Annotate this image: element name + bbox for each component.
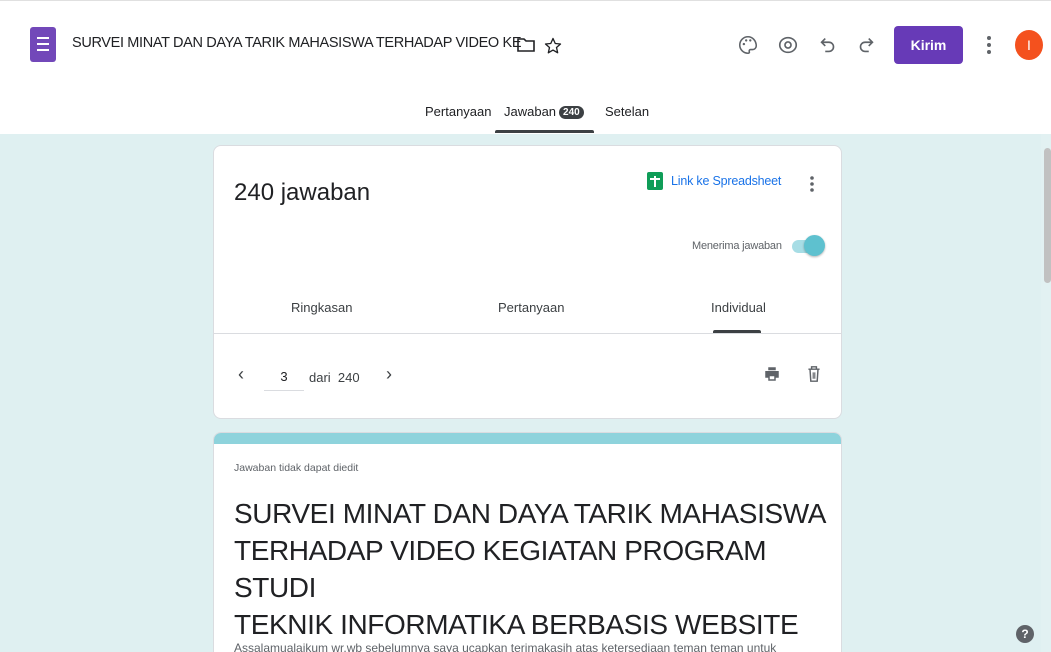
response-count: 240 jawaban	[234, 179, 371, 206]
individual-response-card: Jawaban tidak dapat diedit SURVEI MINAT …	[213, 432, 842, 652]
more-vert-icon[interactable]	[980, 34, 998, 56]
forms-logo-icon[interactable]	[30, 27, 56, 62]
link-to-sheets-button[interactable]: Link ke Spreadsheet	[647, 172, 781, 190]
page-of-text: dari 240	[309, 370, 360, 385]
tab-responses-label: Jawaban	[504, 104, 557, 119]
accepting-responses-label: Menerima jawaban	[692, 240, 782, 252]
print-icon[interactable]	[763, 364, 781, 384]
tab-settings-label: Setelan	[605, 104, 650, 119]
subtab-question[interactable]: Pertanyaan	[498, 300, 565, 315]
top-border	[0, 0, 1051, 1]
send-button[interactable]: Kirim	[894, 26, 963, 64]
response-form-title: SURVEI MINAT DAN DAYA TARIK MAHASISWA TE…	[234, 495, 834, 643]
more-vert-icon[interactable]	[804, 173, 820, 195]
redo-icon[interactable]	[855, 34, 877, 56]
theme-color-band	[214, 433, 841, 444]
avatar[interactable]: I	[1015, 30, 1043, 60]
help-icon[interactable]: ?	[1016, 625, 1034, 643]
chevron-right-icon[interactable]: ›	[386, 364, 392, 385]
title-line: SURVEI MINAT DAN DAYA TARIK MAHASISWA	[234, 498, 826, 529]
title-line: TERHADAP VIDEO KEGIATAN PROGRAM STUDI	[234, 535, 767, 603]
tab-questions-label: Pertanyaan	[425, 104, 492, 119]
star-icon[interactable]	[543, 36, 563, 56]
read-only-note: Jawaban tidak dapat diedit	[234, 462, 359, 474]
subtab-summary[interactable]: Ringkasan	[291, 300, 352, 315]
form-title[interactable]: SURVEI MINAT DAN DAYA TARIK MAHASISWA TE…	[72, 35, 522, 51]
sheets-icon	[647, 172, 663, 190]
folder-icon[interactable]	[517, 36, 535, 54]
total-responses: 240	[337, 370, 360, 385]
chevron-left-icon[interactable]: ‹	[238, 364, 244, 385]
delete-icon[interactable]	[805, 364, 823, 384]
form-description: Assalamualaikum wr.wb sebelumnya saya uc…	[234, 641, 777, 652]
scrollbar-thumb[interactable]	[1044, 148, 1051, 283]
app-bar: SURVEI MINAT DAN DAYA TARIK MAHASISWA TE…	[0, 0, 1051, 90]
tab-settings[interactable]: Setelan	[605, 104, 649, 119]
divider	[214, 333, 841, 334]
subtab-individual[interactable]: Individual	[711, 300, 766, 315]
preview-eye-icon[interactable]	[777, 34, 799, 56]
page-number-input[interactable]	[264, 363, 304, 391]
toggle-knob	[804, 235, 825, 256]
responses-summary-card: 240 jawaban Link ke Spreadsheet Menerima…	[213, 145, 842, 419]
tab-responses[interactable]: Jawaban 240	[504, 104, 584, 119]
palette-icon[interactable]	[737, 34, 759, 56]
tab-questions[interactable]: Pertanyaan	[425, 104, 492, 119]
response-count-badge: 240	[559, 106, 584, 119]
accepting-responses-toggle[interactable]	[792, 235, 825, 256]
undo-icon[interactable]	[817, 34, 839, 56]
link-to-sheets-label: Link ke Spreadsheet	[671, 174, 782, 188]
title-line: TEKNIK INFORMATIKA BERBASIS WEBSITE	[234, 609, 799, 640]
tab-bar: Pertanyaan Jawaban 240 Setelan	[0, 96, 1051, 134]
active-tab-indicator	[495, 130, 594, 133]
of-label: dari	[309, 370, 331, 385]
